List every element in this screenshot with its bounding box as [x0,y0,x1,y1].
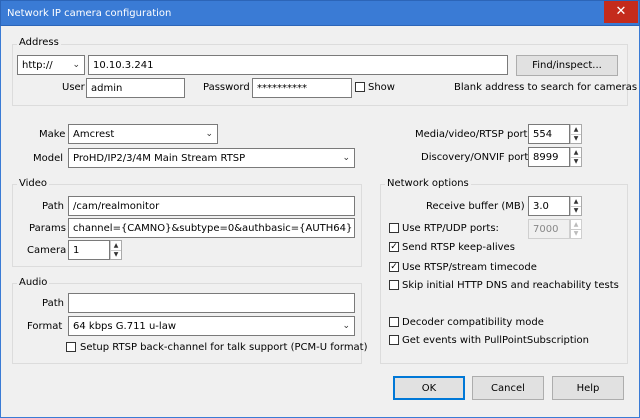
protocol-value: http:// [22,59,53,71]
keepalive-checkbox[interactable]: ✓ [389,242,399,252]
chevron-down-icon: ⌄ [342,153,350,163]
chevron-down-icon: ⌄ [342,321,350,331]
video-group-label: Video [17,178,50,189]
spin-up-icon[interactable]: ▲ [570,125,581,135]
decoder-compat-label: Decoder compatibility mode [402,317,544,328]
rtsp-port-label: Media/video/RTSP port [415,129,528,140]
title-bar: Network IP camera configuration [0,0,640,26]
video-path-value: /cam/realmonitor [73,200,160,212]
receive-buffer-value: 3.0 [533,200,549,212]
rtsp-port-value: 554 [533,128,553,140]
audio-group-label: Audio [17,277,50,288]
user-value: admin [91,82,123,94]
rtp-udp-checkbox[interactable] [389,223,399,233]
spin-down-icon[interactable]: ▼ [110,250,121,259]
receive-buffer-input[interactable]: 3.0 [528,196,570,216]
network-options-group-label: Network options [385,178,471,189]
help-button[interactable]: Help [552,376,624,400]
audio-path-input[interactable] [68,293,355,313]
protocol-select[interactable]: http:// ⌄ [17,55,85,75]
rtp-udp-port-value: 7000 [533,223,559,235]
spin-up-icon[interactable]: ▲ [570,197,581,207]
skip-dns-checkbox[interactable] [389,280,399,290]
close-button[interactable]: ✕ [604,1,638,23]
pullpoint-label: Get events with PullPointSubscription [402,335,589,346]
model-label: Model [33,153,64,164]
rtp-udp-label: Use RTP/UDP ports: [402,223,499,234]
onvif-port-value: 8999 [533,151,559,163]
receive-buffer-spinner[interactable]: ▲ ▼ [570,196,582,216]
close-icon: ✕ [615,4,627,19]
skip-dns-label: Skip initial HTTP DNS and reachability t… [402,280,619,291]
camera-spinner[interactable]: ▲ ▼ [110,240,122,260]
backchannel-label: Setup RTSP back-channel for talk support… [80,342,368,353]
video-path-label: Path [42,201,64,212]
check-icon: ✓ [390,242,398,252]
audio-format-label: Format [27,321,63,332]
camera-value: 1 [73,244,80,256]
onvif-port-label: Discovery/ONVIF port [421,152,529,163]
password-input[interactable]: ********** [252,78,352,98]
backchannel-checkbox[interactable] [66,342,76,352]
video-params-input[interactable]: channel={CAMNO}&subtype=0&authbasic={AUT… [68,218,355,238]
rtp-udp-port-input[interactable]: 7000 [528,219,570,239]
video-path-input[interactable]: /cam/realmonitor [68,196,355,216]
address-group-label: Address [17,37,61,48]
spin-up-icon[interactable]: ▲ [570,148,581,158]
spin-up-icon[interactable]: ▲ [110,241,121,251]
password-label: Password [203,82,250,93]
video-params-label: Params [29,223,66,234]
audio-path-label: Path [42,298,64,309]
model-select[interactable]: ProHD/IP2/3/4M Main Stream RTSP ⌄ [68,148,355,168]
receive-buffer-label: Receive buffer (MB) [426,201,525,212]
pullpoint-checkbox[interactable] [389,335,399,345]
spin-down-icon[interactable]: ▼ [570,134,581,143]
audio-format-select[interactable]: 64 kbps G.711 u-law ⌄ [68,316,355,336]
model-value: ProHD/IP2/3/4M Main Stream RTSP [73,152,246,164]
make-select[interactable]: Amcrest ⌄ [68,124,218,144]
camera-label: Camera [27,245,67,256]
camera-input[interactable]: 1 [68,240,110,260]
keepalive-label: Send RTSP keep-alives [402,242,515,253]
user-label: User [62,82,85,93]
cancel-button[interactable]: Cancel [472,376,544,400]
spin-down-icon[interactable]: ▼ [570,157,581,166]
chevron-down-icon: ⌄ [72,60,80,70]
onvif-port-spinner[interactable]: ▲ ▼ [570,147,582,167]
user-input[interactable]: admin [86,78,185,98]
address-hint: Blank address to search for cameras [454,82,638,93]
spin-down-icon[interactable]: ▼ [570,229,581,238]
make-label: Make [39,129,66,140]
spin-up-icon[interactable]: ▲ [570,220,581,230]
window-title: Network IP camera configuration [7,8,172,19]
rtsp-port-input[interactable]: 554 [528,124,570,144]
show-password-checkbox[interactable] [355,82,365,92]
rtp-udp-port-spinner[interactable]: ▲ ▼ [570,219,582,239]
password-value: ********** [257,82,307,94]
find-inspect-button[interactable]: Find/inspect... [516,55,618,76]
onvif-port-input[interactable]: 8999 [528,147,570,167]
show-password-label: Show [368,82,395,93]
timecode-checkbox[interactable]: ✓ [389,262,399,272]
audio-format-value: 64 kbps G.711 u-law [73,320,177,332]
ok-button[interactable]: OK [393,376,465,400]
video-params-value: channel={CAMNO}&subtype=0&authbasic={AUT… [73,222,353,234]
check-icon: ✓ [390,262,398,272]
decoder-compat-checkbox[interactable] [389,317,399,327]
spin-down-icon[interactable]: ▼ [570,206,581,215]
host-input[interactable]: 10.10.3.241 [88,55,508,75]
make-value: Amcrest [73,128,115,140]
timecode-label: Use RTSP/stream timecode [402,262,537,273]
chevron-down-icon: ⌄ [205,129,213,139]
host-value: 10.10.3.241 [93,59,154,71]
rtsp-port-spinner[interactable]: ▲ ▼ [570,124,582,144]
